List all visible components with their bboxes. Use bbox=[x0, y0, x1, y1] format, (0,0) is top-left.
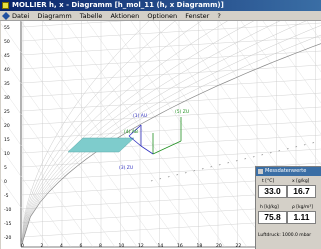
x-tick-label: 8 bbox=[99, 243, 102, 249]
menu-fenster[interactable]: Fenster bbox=[185, 12, 209, 20]
y-tick-label: 0 bbox=[4, 179, 7, 185]
enthalpy-label: h [kJ/kg] bbox=[260, 205, 279, 210]
y-tick-label: 15 bbox=[4, 137, 10, 143]
menu-optionen[interactable]: Optionen bbox=[147, 12, 177, 20]
x-tick-label: 4 bbox=[60, 243, 63, 249]
y-tick-label: 25 bbox=[4, 109, 10, 115]
isotherm-line bbox=[20, 120, 321, 140]
y-tick-label: -20 bbox=[4, 235, 11, 241]
menu-tabelle[interactable]: Tabelle bbox=[80, 12, 103, 20]
measurement-window[interactable]: Messdatenwerte t [°C] x [g/kg] 33.0 16.7… bbox=[255, 166, 321, 249]
y-tick-label: -15 bbox=[4, 221, 11, 227]
isotherm-line bbox=[20, 21, 125, 28]
document-title: [h_mol_11 (h, x Diagramm)] bbox=[114, 1, 224, 9]
humidity-label: x [g/kg] bbox=[292, 179, 310, 184]
point-label-5: (5) ZU bbox=[175, 109, 189, 115]
measurement-title: Messdatenwerte bbox=[265, 168, 307, 174]
humidity-value: 16.7 bbox=[287, 185, 316, 198]
measurement-title-bar[interactable]: Messdatenwerte bbox=[256, 167, 321, 176]
density-label: ρ [kg/m³] bbox=[292, 205, 313, 210]
menu-aktionen[interactable]: Aktionen bbox=[110, 12, 139, 20]
app-icon bbox=[2, 2, 9, 9]
y-tick-label: 35 bbox=[4, 81, 10, 87]
x-tick-label: 10 bbox=[119, 243, 125, 249]
enthalpy-line bbox=[86, 21, 248, 248]
y-tick-label: 50 bbox=[4, 39, 10, 45]
enthalpy-value: 75.8 bbox=[258, 211, 287, 224]
isotherm-line bbox=[20, 106, 321, 126]
menu-bar: Datei Diagramm Tabelle Aktionen Optionen… bbox=[0, 11, 321, 21]
isotherm-line bbox=[20, 148, 321, 168]
app-window: MOLLIER h, x - Diagramm [h_mol_11 (h, x … bbox=[0, 0, 321, 249]
y-tick-label: 55 bbox=[4, 25, 10, 31]
x-tick-label: 22 bbox=[236, 243, 242, 249]
process-line-7 bbox=[140, 145, 154, 155]
x-tick-label: 0 bbox=[21, 243, 24, 249]
x-tick-label: 2 bbox=[41, 243, 44, 249]
title-bar[interactable]: MOLLIER h, x - Diagramm [h_mol_11 (h, x … bbox=[0, 0, 321, 11]
isotherm-line bbox=[20, 134, 321, 154]
window-title: MOLLIER h, x - Diagramm [h_mol_11 (h, x … bbox=[12, 0, 224, 11]
temp-label: t [°C] bbox=[262, 179, 275, 184]
menu-datei[interactable]: Datei bbox=[12, 12, 29, 20]
y-tick-label: 5 bbox=[4, 165, 7, 171]
y-tick-label: 10 bbox=[4, 151, 10, 157]
y-tick-label: -10 bbox=[4, 207, 11, 213]
point-label-1: (1) AU bbox=[133, 113, 147, 119]
isotherm-line bbox=[20, 64, 321, 84]
y-tick-label: 30 bbox=[4, 95, 10, 101]
menu-diagramm[interactable]: Diagramm bbox=[37, 12, 71, 20]
x-tick-label: 14 bbox=[158, 243, 164, 249]
humidity-curve bbox=[20, 21, 281, 248]
process-area bbox=[67, 137, 135, 153]
isotherm-line bbox=[20, 22, 321, 42]
x-tick-label: 16 bbox=[177, 243, 183, 249]
y-tick-label: -5 bbox=[4, 193, 9, 199]
x-tick-label: 20 bbox=[216, 243, 222, 249]
y-tick-label: 40 bbox=[4, 67, 10, 73]
x-tick-label: 6 bbox=[80, 243, 83, 249]
point-label-3: (3) ZU bbox=[119, 165, 133, 171]
x-tick-label: 12 bbox=[138, 243, 144, 249]
point-label-4: (4) AB bbox=[124, 129, 138, 135]
menu-help[interactable]: ? bbox=[217, 12, 220, 20]
density-value: 1.11 bbox=[287, 211, 316, 224]
x-tick-label: 18 bbox=[197, 243, 203, 249]
app-title: MOLLIER h, x - Diagramm bbox=[12, 1, 113, 9]
diamond-icon[interactable] bbox=[2, 12, 10, 20]
air-pressure-status: Luftdruck: 1000.0 mbar bbox=[258, 233, 312, 238]
temp-value: 33.0 bbox=[258, 185, 287, 198]
enthalpy-line bbox=[1, 85, 116, 248]
y-tick-label: 20 bbox=[4, 123, 10, 129]
enthalpy-line bbox=[1, 147, 72, 248]
y-tick-label: 45 bbox=[4, 53, 10, 59]
enthalpy-line bbox=[64, 21, 226, 248]
window-icon bbox=[258, 169, 263, 174]
